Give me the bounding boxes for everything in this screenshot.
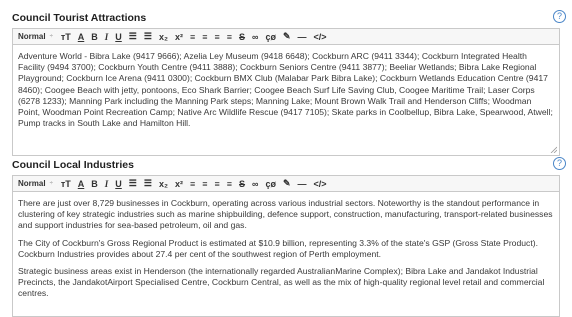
strikethrough-icon[interactable]: S [239, 31, 245, 43]
bold-button[interactable]: B [91, 178, 98, 190]
editor-paragraph: Strategic business areas exist in Hender… [18, 266, 545, 299]
subscript-button[interactable]: x₂ [159, 178, 168, 190]
ordered-list-icon[interactable]: ☰ [129, 178, 137, 190]
text-size-icon[interactable]: тT [61, 178, 71, 190]
resize-grip-icon[interactable] [550, 146, 557, 153]
align-justify-icon[interactable]: ≡ [227, 31, 232, 43]
editor-paragraph: There are just over 8,729 businesses in … [18, 198, 553, 231]
section-title: Council Tourist Attractions [12, 12, 147, 24]
align-center-icon[interactable]: ≡ [202, 31, 207, 43]
editor-toolbar: Normal ÷ тT A B I U ☰ ☰ x₂ x² ≡ ≡ ≡ ≡ S … [13, 176, 559, 192]
editor-toolbar: Normal ÷ тT A B I U ☰ ☰ x₂ x² ≡ ≡ ≡ ≡ S … [13, 29, 559, 45]
format-caret-icon[interactable]: ÷ [50, 34, 53, 40]
help-icon[interactable]: ? [553, 157, 566, 170]
code-view-icon[interactable]: </> [314, 178, 327, 190]
rich-text-editor: Normal ÷ тT A B I U ☰ ☰ x₂ x² ≡ ≡ ≡ ≡ S … [12, 28, 560, 156]
align-left-icon[interactable]: ≡ [190, 178, 195, 190]
format-select[interactable]: Normal [18, 31, 46, 43]
align-center-icon[interactable]: ≡ [202, 178, 207, 190]
link-icon[interactable]: ∞ [252, 178, 258, 190]
align-right-icon[interactable]: ≡ [215, 178, 220, 190]
align-left-icon[interactable]: ≡ [190, 31, 195, 43]
underline-button[interactable]: U [115, 178, 122, 190]
rich-text-editor: Normal ÷ тT A B I U ☰ ☰ x₂ x² ≡ ≡ ≡ ≡ S … [12, 175, 560, 317]
text-size-icon[interactable]: тT [61, 31, 71, 43]
unlink-icon[interactable]: çø [265, 178, 276, 190]
bullet-list-icon[interactable]: ☰ [144, 178, 152, 190]
italic-button[interactable]: I [105, 178, 109, 190]
clear-format-icon[interactable]: ✎ [283, 178, 291, 190]
align-justify-icon[interactable]: ≡ [227, 178, 232, 190]
superscript-button[interactable]: x² [175, 178, 183, 190]
link-icon[interactable]: ∞ [252, 31, 258, 43]
format-select[interactable]: Normal [18, 178, 46, 190]
clear-format-icon[interactable]: ✎ [283, 31, 291, 43]
font-color-icon[interactable]: A [78, 31, 85, 43]
editor-content[interactable]: Adventure World - Bibra Lake (9417 9666)… [13, 45, 559, 155]
strikethrough-icon[interactable]: S [239, 178, 245, 190]
horizontal-rule-icon[interactable]: — [298, 178, 307, 190]
format-caret-icon[interactable]: ÷ [50, 181, 53, 187]
editor-paragraph: Adventure World - Bibra Lake (9417 9666)… [18, 51, 553, 129]
editor-content[interactable]: There are just over 8,729 businesses in … [13, 192, 559, 316]
section-title: Council Local Industries [12, 159, 134, 171]
bullet-list-icon[interactable]: ☰ [144, 31, 152, 43]
editor-paragraph: The City of Cockburn's Gross Regional Pr… [18, 237, 538, 259]
italic-button[interactable]: I [105, 31, 109, 43]
horizontal-rule-icon[interactable]: — [298, 31, 307, 43]
font-color-icon[interactable]: A [78, 178, 85, 190]
align-right-icon[interactable]: ≡ [215, 31, 220, 43]
superscript-button[interactable]: x² [175, 31, 183, 43]
code-view-icon[interactable]: </> [314, 31, 327, 43]
ordered-list-icon[interactable]: ☰ [129, 31, 137, 43]
subscript-button[interactable]: x₂ [159, 31, 168, 43]
help-icon[interactable]: ? [553, 10, 566, 23]
bold-button[interactable]: B [91, 31, 98, 43]
unlink-icon[interactable]: çø [265, 31, 276, 43]
underline-button[interactable]: U [115, 31, 122, 43]
